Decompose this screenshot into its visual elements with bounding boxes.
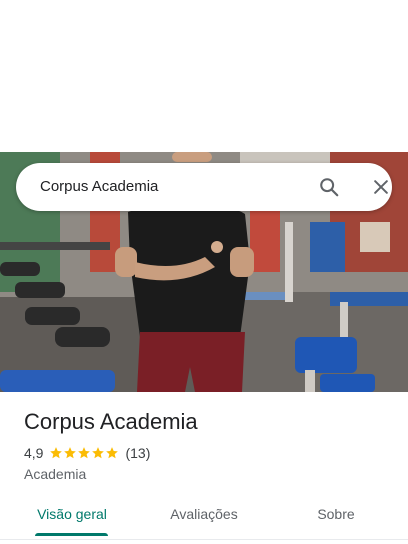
star-icon xyxy=(106,447,119,459)
place-title: Corpus Academia xyxy=(24,409,198,434)
active-tab-indicator xyxy=(35,533,108,536)
rating-row[interactable]: 4,9 (13) xyxy=(24,443,150,463)
place-tabs: Visão geral Avaliações Sobre xyxy=(0,496,408,536)
star-rating xyxy=(49,446,119,460)
tab-visao-geral[interactable]: Visão geral xyxy=(24,496,120,532)
search-icon[interactable] xyxy=(318,176,340,198)
tabs-divider xyxy=(0,539,408,540)
place-category: Academia xyxy=(24,466,87,482)
search-bar[interactable]: Corpus Academia xyxy=(16,163,392,211)
star-icon xyxy=(64,447,77,459)
close-icon[interactable] xyxy=(371,177,391,197)
search-input[interactable]: Corpus Academia xyxy=(40,163,158,211)
star-icon xyxy=(50,447,63,459)
review-count[interactable]: (13) xyxy=(125,445,150,461)
tab-avaliacoes[interactable]: Avaliações xyxy=(156,496,252,532)
tab-sobre[interactable]: Sobre xyxy=(288,496,384,532)
star-icon xyxy=(78,447,91,459)
rating-value: 4,9 xyxy=(24,445,44,461)
star-icon xyxy=(92,447,105,459)
